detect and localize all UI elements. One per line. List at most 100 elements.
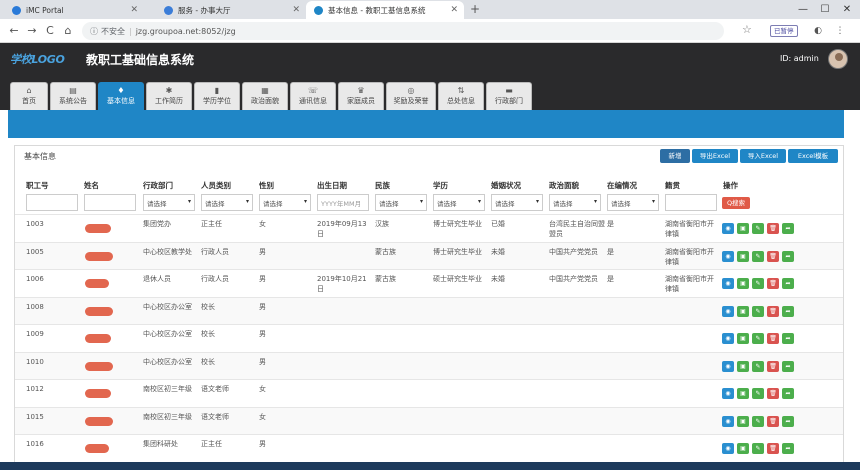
view-icon[interactable]: ◉	[722, 443, 734, 454]
maximize-button[interactable]: ☐	[814, 0, 836, 19]
close-icon[interactable]: ✕	[292, 5, 300, 15]
view-icon[interactable]: ◉	[722, 305, 734, 317]
edit-icon[interactable]: ✎	[752, 360, 764, 372]
detail-icon[interactable]: ▣	[737, 333, 749, 344]
profile-icon[interactable]: ◐	[812, 25, 824, 37]
export-icon[interactable]: ➦	[782, 388, 794, 399]
delete-icon[interactable]: 🗑	[767, 223, 779, 234]
browser-tab-imc[interactable]: iMC Portal ✕	[4, 1, 144, 19]
tab-basic-info[interactable]: ♦ 基本信息	[98, 82, 144, 110]
close-icon[interactable]: ✕	[450, 5, 458, 15]
export-icon[interactable]: ➦	[782, 250, 794, 262]
minimize-button[interactable]: —	[792, 0, 814, 19]
detail-icon[interactable]: ▣	[737, 250, 749, 262]
filter-origin-input[interactable]	[665, 194, 717, 211]
back-button[interactable]: ←	[6, 23, 22, 39]
edit-icon[interactable]: ✎	[752, 223, 764, 234]
import-excel-button[interactable]: 导入Excel	[740, 149, 786, 163]
filter-category-select[interactable]: 请选择	[201, 194, 253, 211]
tab-contact[interactable]: ☏ 通讯信息	[290, 82, 336, 110]
close-icon[interactable]: ✕	[130, 5, 138, 15]
filter-marital-select[interactable]: 请选择	[491, 194, 543, 211]
edit-icon[interactable]: ✎	[752, 278, 764, 289]
edit-icon[interactable]: ✎	[752, 333, 764, 344]
address-input[interactable]: ⓘ 不安全 | jzg.groupoa.net:8052/jzg	[82, 22, 724, 40]
filter-gender-select[interactable]: 请选择	[259, 194, 311, 211]
export-icon[interactable]: ➦	[782, 333, 794, 344]
view-icon[interactable]: ◉	[722, 360, 734, 372]
browser-tab-service[interactable]: 服务 - 办事大厅 ✕	[156, 1, 306, 19]
export-icon[interactable]: ➦	[782, 305, 794, 317]
export-icon[interactable]: ➦	[782, 360, 794, 372]
delete-icon[interactable]: 🗑	[767, 360, 779, 372]
view-icon[interactable]: ◉	[722, 250, 734, 262]
edit-icon[interactable]: ✎	[752, 250, 764, 262]
extension-paused-badge[interactable]: 已暂停	[770, 25, 798, 37]
detail-icon[interactable]: ▣	[737, 223, 749, 234]
close-window-button[interactable]: ✕	[836, 0, 858, 19]
filter-department-select[interactable]: 请选择	[143, 194, 195, 211]
home-button[interactable]: ⌂	[60, 23, 76, 39]
export-excel-button[interactable]: 导出Excel	[692, 149, 738, 163]
browser-tab-basic-info[interactable]: 基本信息 - 教职工基信息系统 ✕	[306, 1, 464, 19]
filter-staffing-select[interactable]: 请选择	[607, 194, 659, 211]
reload-button[interactable]: C	[42, 23, 58, 39]
detail-icon[interactable]: ▣	[737, 443, 749, 454]
view-icon[interactable]: ◉	[722, 223, 734, 234]
view-icon[interactable]: ◉	[722, 388, 734, 399]
app-header: 学校LOGO 教职工基础信息系统 ID: admin	[0, 43, 860, 81]
detail-icon[interactable]: ▣	[737, 388, 749, 399]
edit-icon[interactable]: ✎	[752, 415, 764, 427]
export-icon[interactable]: ➦	[782, 415, 794, 427]
filter-name-input[interactable]	[84, 194, 136, 211]
delete-icon[interactable]: 🗑	[767, 333, 779, 344]
filter-education-select[interactable]: 请选择	[433, 194, 485, 211]
table-row: 1008 中心校区办公室 校长 男 ◉ ▣ ✎ 🗑 ➦	[15, 296, 843, 325]
detail-icon[interactable]: ▣	[737, 360, 749, 372]
info-icon[interactable]: ⓘ	[90, 26, 98, 37]
detail-icon[interactable]: ▣	[737, 415, 749, 427]
tab-summary[interactable]: ⇅ 总处信息	[438, 82, 484, 110]
bookmark-star-icon[interactable]: ☆	[742, 23, 752, 36]
address-separator: |	[129, 26, 132, 36]
excel-template-button[interactable]: Excel模板	[788, 149, 838, 163]
search-button[interactable]: Q搜索	[722, 197, 750, 209]
delete-icon[interactable]: 🗑	[767, 278, 779, 289]
view-icon[interactable]: ◉	[722, 415, 734, 427]
tab-family[interactable]: ♛ 家庭成员	[338, 82, 384, 110]
tab-work-history[interactable]: ✱ 工作简历	[146, 82, 192, 110]
filter-ethnic-select[interactable]: 请选择	[375, 194, 427, 211]
edit-icon[interactable]: ✎	[752, 388, 764, 399]
delete-icon[interactable]: 🗑	[767, 250, 779, 262]
user-id-label[interactable]: ID: admin	[780, 54, 819, 63]
tab-education[interactable]: ▮ 学历学位	[194, 82, 240, 110]
add-button[interactable]: 新增	[660, 149, 690, 163]
edit-icon[interactable]: ✎	[752, 305, 764, 317]
tab-political[interactable]: ▦ 政治面貌	[242, 82, 288, 110]
export-icon[interactable]: ➦	[782, 278, 794, 289]
export-icon[interactable]: ➦	[782, 223, 794, 234]
tab-awards[interactable]: ◎ 奖励及荣誉	[386, 82, 436, 110]
delete-icon[interactable]: 🗑	[767, 443, 779, 454]
filter-political-select[interactable]: 请选择	[549, 194, 601, 211]
menu-icon[interactable]: ⋮	[834, 25, 846, 37]
tab-home[interactable]: ⌂ 首页	[10, 82, 48, 110]
view-icon[interactable]: ◉	[722, 333, 734, 344]
detail-icon[interactable]: ▣	[737, 278, 749, 289]
delete-icon[interactable]: 🗑	[767, 388, 779, 399]
delete-icon[interactable]: 🗑	[767, 305, 779, 317]
forward-button[interactable]: →	[24, 23, 40, 39]
filter-staff-id-input[interactable]	[26, 194, 78, 211]
avatar[interactable]	[828, 49, 848, 69]
edit-icon[interactable]: ✎	[752, 443, 764, 454]
tab-departments[interactable]: ▬ 行政部门	[486, 82, 532, 110]
header-political: 政治面貌	[549, 181, 579, 190]
detail-icon[interactable]: ▣	[737, 305, 749, 317]
export-icon[interactable]: ➦	[782, 443, 794, 454]
award-icon: ◎	[407, 86, 415, 95]
tab-announcements[interactable]: ▤ 系统公告	[50, 82, 96, 110]
delete-icon[interactable]: 🗑	[767, 415, 779, 427]
filter-birth-input[interactable]: YYYY年MM月	[317, 194, 369, 211]
view-icon[interactable]: ◉	[722, 278, 734, 289]
new-tab-button[interactable]: +	[468, 3, 482, 17]
